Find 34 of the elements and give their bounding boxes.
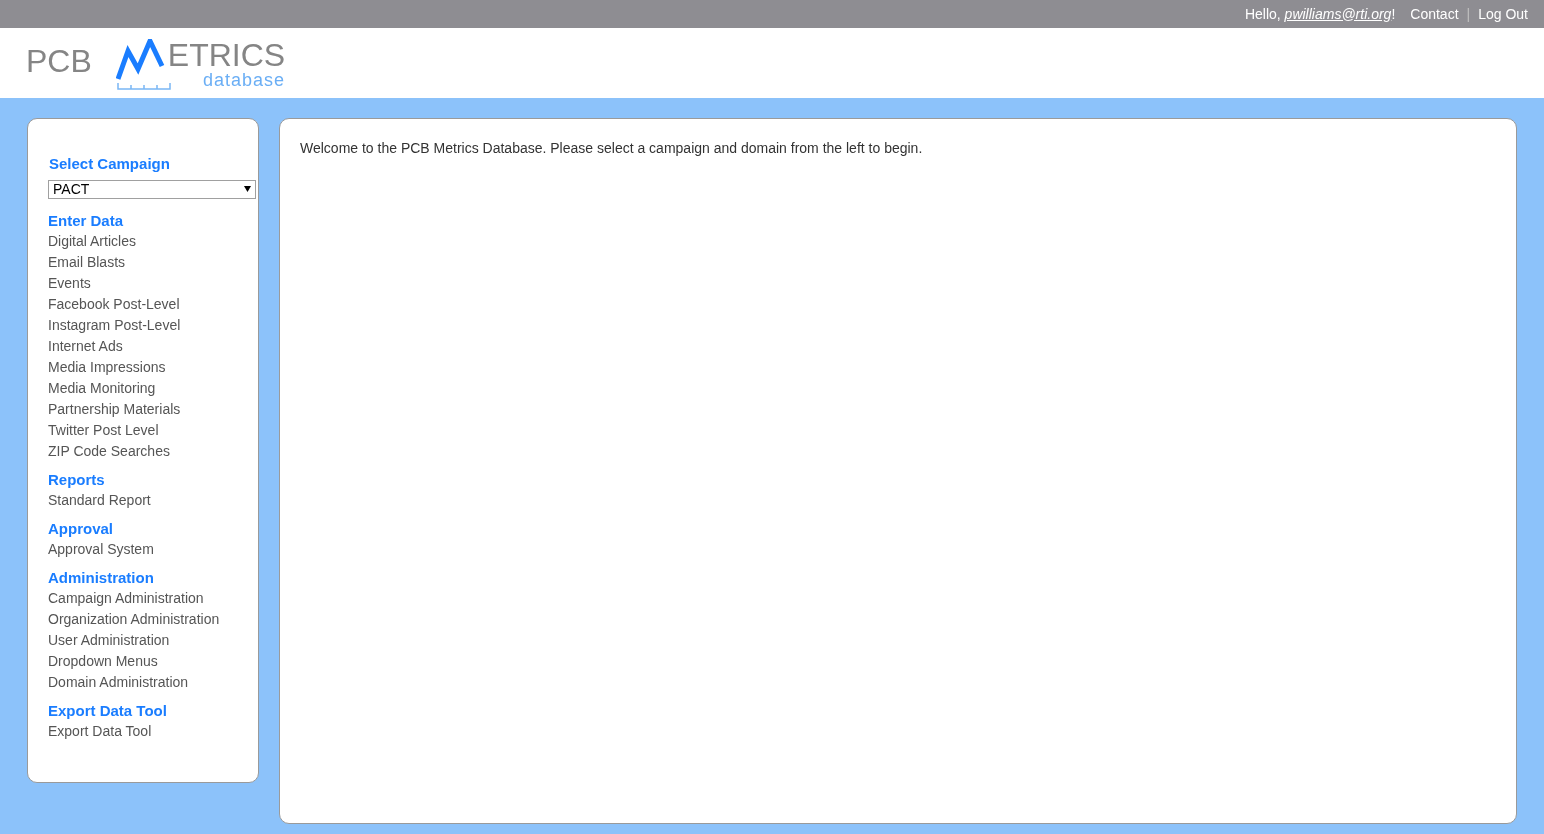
nav-link[interactable]: Partnership Materials — [48, 398, 258, 420]
nav-link[interactable]: Export Data Tool — [48, 720, 258, 742]
nav-link[interactable]: Campaign Administration — [48, 587, 258, 609]
campaign-select[interactable]: PACT — [48, 179, 256, 199]
section-heading: Enter Data — [48, 210, 125, 231]
nav-link[interactable]: Twitter Post Level — [48, 419, 258, 441]
logo-subtitle: database — [203, 71, 286, 89]
nav-link[interactable]: Standard Report — [48, 489, 258, 511]
nav-link[interactable]: Internet Ads — [48, 335, 258, 357]
nav-link[interactable]: Domain Administration — [48, 671, 258, 693]
nav-link[interactable]: Events — [48, 272, 258, 294]
logo-mountain-icon — [115, 39, 172, 93]
nav-link[interactable]: Dropdown Menus — [48, 650, 258, 672]
logo-text: PCB — [26, 45, 92, 77]
nav-link[interactable]: Instagram Post-Level — [48, 314, 258, 336]
separator-text: | — [1466, 4, 1471, 24]
nav-link[interactable]: Facebook Post-Level — [48, 293, 258, 315]
greeting-text: Hello, pwilliams@rti.org! — [1244, 4, 1396, 24]
section-heading: Reports — [48, 469, 106, 490]
nav-link[interactable]: Media Monitoring — [48, 377, 258, 399]
nav-link[interactable]: Digital Articles — [48, 230, 258, 252]
nav-link[interactable]: Organization Administration — [48, 608, 258, 630]
nav-link[interactable]: Email Blasts — [48, 251, 258, 273]
nav-link[interactable]: ZIP Code Searches — [48, 440, 258, 462]
section-heading: Administration — [48, 567, 155, 588]
welcome-text: Welcome to the PCB Metrics Database. Please select a campaign and domain from the left to begin. — [300, 139, 924, 158]
section-heading: Export Data Tool — [48, 700, 168, 721]
logo-text: ETRICS — [167, 39, 286, 71]
nav-link[interactable]: User Administration — [48, 629, 258, 651]
caret-icon — [244, 186, 251, 192]
nav-link[interactable]: Media Impressions — [48, 356, 258, 378]
nav-link[interactable]: Approval System — [48, 538, 258, 560]
section-heading: Select Campaign — [49, 154, 171, 174]
section-heading: Approval — [48, 518, 114, 539]
